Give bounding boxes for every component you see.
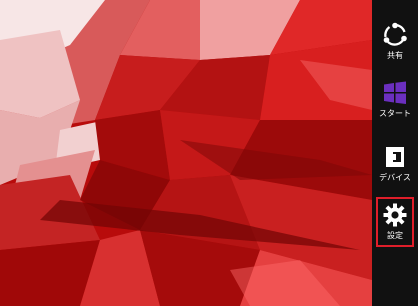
devices-charm-label: デバイス	[379, 173, 411, 182]
red-polygon-wallpaper	[0, 0, 372, 306]
devices-charm[interactable]: デバイス	[376, 136, 414, 196]
desktop-wallpaper	[0, 0, 372, 306]
start-charm[interactable]: スタート	[376, 72, 414, 132]
charms-bar: 共有 スタート デバイス 設定	[372, 0, 418, 306]
windows-logo-icon	[384, 81, 406, 104]
share-charm[interactable]: 共有	[376, 14, 414, 74]
gear-icon	[383, 203, 407, 227]
settings-charm[interactable]: 設定	[376, 197, 414, 247]
share-charm-label: 共有	[387, 51, 403, 60]
start-charm-label: スタート	[379, 109, 411, 118]
share-icon	[383, 22, 407, 46]
devices-icon	[386, 147, 404, 167]
settings-charm-label: 設定	[387, 231, 403, 240]
